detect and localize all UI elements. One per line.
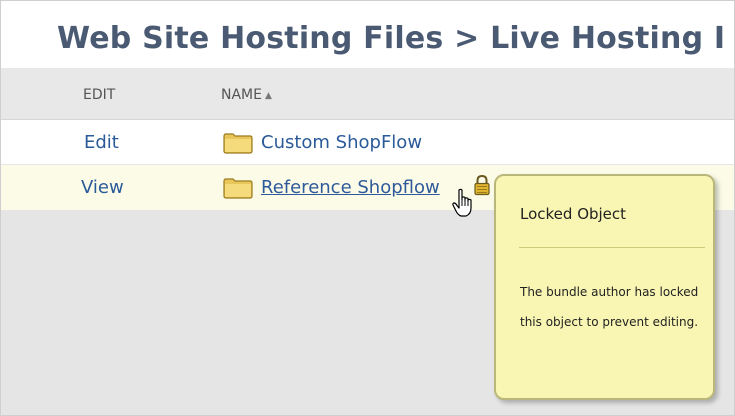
folder-icon xyxy=(223,178,253,199)
locked-object-tooltip: Locked Object The bundle author has lock… xyxy=(494,174,715,400)
tooltip-divider xyxy=(519,247,705,248)
table-row: Edit Custom ShopFlow xyxy=(1,120,734,165)
lock-icon[interactable] xyxy=(473,174,491,196)
folder-icon xyxy=(223,133,253,154)
tooltip-title: Locked Object xyxy=(520,205,627,223)
view-link[interactable]: View xyxy=(81,177,124,198)
page-title: Web Site Hosting Files > Live Hosting I xyxy=(57,21,726,56)
column-header-name[interactable]: NAME ▲ xyxy=(221,87,272,103)
title-bar: Web Site Hosting Files > Live Hosting I xyxy=(1,1,734,68)
hand-cursor-icon xyxy=(452,188,472,217)
table-header: EDIT NAME ▲ xyxy=(1,68,734,120)
column-header-name-label: NAME xyxy=(221,87,262,103)
edit-link[interactable]: Edit xyxy=(84,132,119,153)
folder-name-link[interactable]: Reference Shopflow xyxy=(261,177,440,198)
folder-name-link[interactable]: Custom ShopFlow xyxy=(261,132,422,153)
sort-ascending-icon[interactable]: ▲ xyxy=(265,91,272,101)
file-cabinet-panel: Web Site Hosting Files > Live Hosting I … xyxy=(0,0,735,416)
tooltip-body: The bundle author has locked this object… xyxy=(520,285,699,329)
column-header-edit: EDIT xyxy=(83,87,116,103)
